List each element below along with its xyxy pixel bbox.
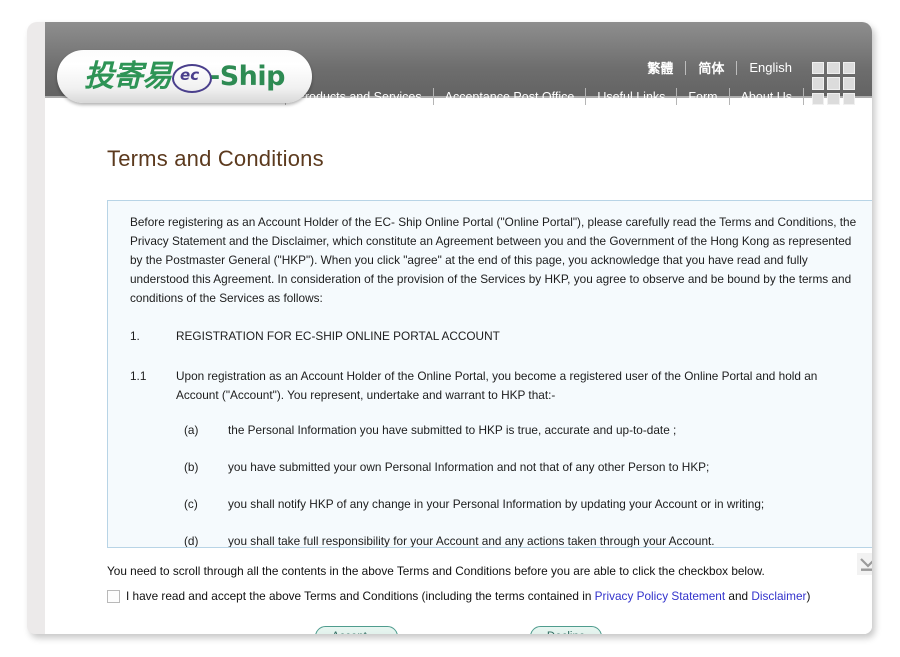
sub-item-text: you shall take full responsibility for y… <box>228 534 715 548</box>
sub-item-marker: (c) <box>184 497 198 512</box>
terms-content: Before registering as an Account Holder … <box>108 201 872 548</box>
sub-item-text: the Personal Information you have submit… <box>228 422 677 437</box>
privacy-policy-statement-link[interactable]: Privacy Policy Statement <box>595 589 725 603</box>
section-title: REGISTRATION FOR EC-SHIP ONLINE PORTAL A… <box>176 328 500 343</box>
logo-ship-label: -Ship <box>209 61 285 92</box>
chevron-right-icon: ▸ <box>377 632 381 634</box>
language-switcher: 繁體 简体 English <box>635 58 804 77</box>
page-title: Terms and Conditions <box>107 146 324 171</box>
action-button-row: Accept ▸ Decline <box>45 626 872 634</box>
terms-sub-item-b: (b) you have submitted your own Personal… <box>130 458 862 477</box>
section-number: 1. <box>130 328 140 343</box>
grid-cell <box>827 92 840 105</box>
accept-label-part-1: I have read and accept the above Terms a… <box>126 589 595 603</box>
main-content: Terms and Conditions Before registering … <box>45 98 872 634</box>
scroll-notice-text: You need to scroll through all the conte… <box>107 564 765 578</box>
sub-item-marker: (d) <box>184 534 199 548</box>
accept-terms-checkbox[interactable] <box>107 589 120 603</box>
nav-separator <box>803 88 804 105</box>
scroll-to-bottom-icon[interactable] <box>857 553 872 575</box>
logo-ec-badge-icon: ec <box>172 62 213 93</box>
decline-button[interactable]: Decline <box>529 626 603 635</box>
accept-terms-label: I have read and accept the above Terms a… <box>126 589 810 603</box>
grid-cell <box>842 92 855 105</box>
nav-item-products-and-services[interactable]: Products and Services <box>286 90 433 104</box>
clause-number: 1.1 <box>130 368 147 383</box>
language-link-simplified[interactable]: 简体 <box>686 58 736 77</box>
logo-text: 投寄易 ec -Ship <box>84 58 285 94</box>
main-navigation: Products and Services Acceptance Post Of… <box>284 88 804 105</box>
nav-item-about-us[interactable]: About Us <box>730 90 803 104</box>
decline-button-label: Decline <box>547 631 585 635</box>
nav-item-acceptance-post-office[interactable]: Acceptance Post Office <box>434 90 586 104</box>
accept-label-part-2: and <box>725 589 752 603</box>
accept-button[interactable]: Accept ▸ <box>314 626 398 635</box>
grid-cell <box>827 62 840 75</box>
terms-sub-item-c: (c) you shall notify HKP of any change i… <box>130 495 862 514</box>
terms-sub-item-a: (a) the Personal Information you have su… <box>130 421 862 440</box>
sub-item-marker: (a) <box>184 422 199 437</box>
sub-item-marker: (b) <box>184 459 199 474</box>
grid-cell <box>827 77 840 90</box>
grid-cell <box>812 92 825 105</box>
site-logo[interactable]: 投寄易 ec -Ship <box>57 50 312 103</box>
grid-cell <box>842 77 855 90</box>
terms-and-conditions-scrollbox[interactable]: Before registering as an Account Holder … <box>107 200 872 548</box>
terms-sub-item-d: (d) you shall take full responsibility f… <box>130 532 862 548</box>
accept-button-label: Accept <box>332 631 367 635</box>
accept-terms-row: I have read and accept the above Terms a… <box>107 589 810 603</box>
grid-menu-icon[interactable] <box>812 62 855 105</box>
sub-item-text: you shall notify HKP of any change in yo… <box>228 497 765 512</box>
sub-item-text: you have submitted your own Personal Inf… <box>228 459 710 474</box>
page-frame: 投寄易 ec -Ship 繁體 简体 English Products and … <box>27 22 872 634</box>
terms-clause-1-1: 1.1 Upon registration as an Account Hold… <box>130 367 862 405</box>
disclaimer-link[interactable]: Disclaimer <box>751 589 806 603</box>
accept-label-part-3: ) <box>806 589 811 603</box>
terms-intro-paragraph: Before registering as an Account Holder … <box>130 215 857 306</box>
grid-cell <box>842 62 855 75</box>
logo-ec-label: ec <box>180 65 200 84</box>
terms-section-1: 1. REGISTRATION FOR EC-SHIP ONLINE PORTA… <box>130 327 862 346</box>
language-link-traditional[interactable]: 繁體 <box>635 58 685 77</box>
nav-item-useful-links[interactable]: Useful Links <box>586 90 676 104</box>
grid-cell <box>812 77 825 90</box>
clause-text: Upon registration as an Account Holder o… <box>176 368 818 402</box>
language-link-english[interactable]: English <box>737 60 804 75</box>
nav-item-form[interactable]: Form <box>677 90 728 104</box>
grid-cell <box>812 62 825 75</box>
logo-chinese-text: 投寄易 <box>84 58 172 94</box>
